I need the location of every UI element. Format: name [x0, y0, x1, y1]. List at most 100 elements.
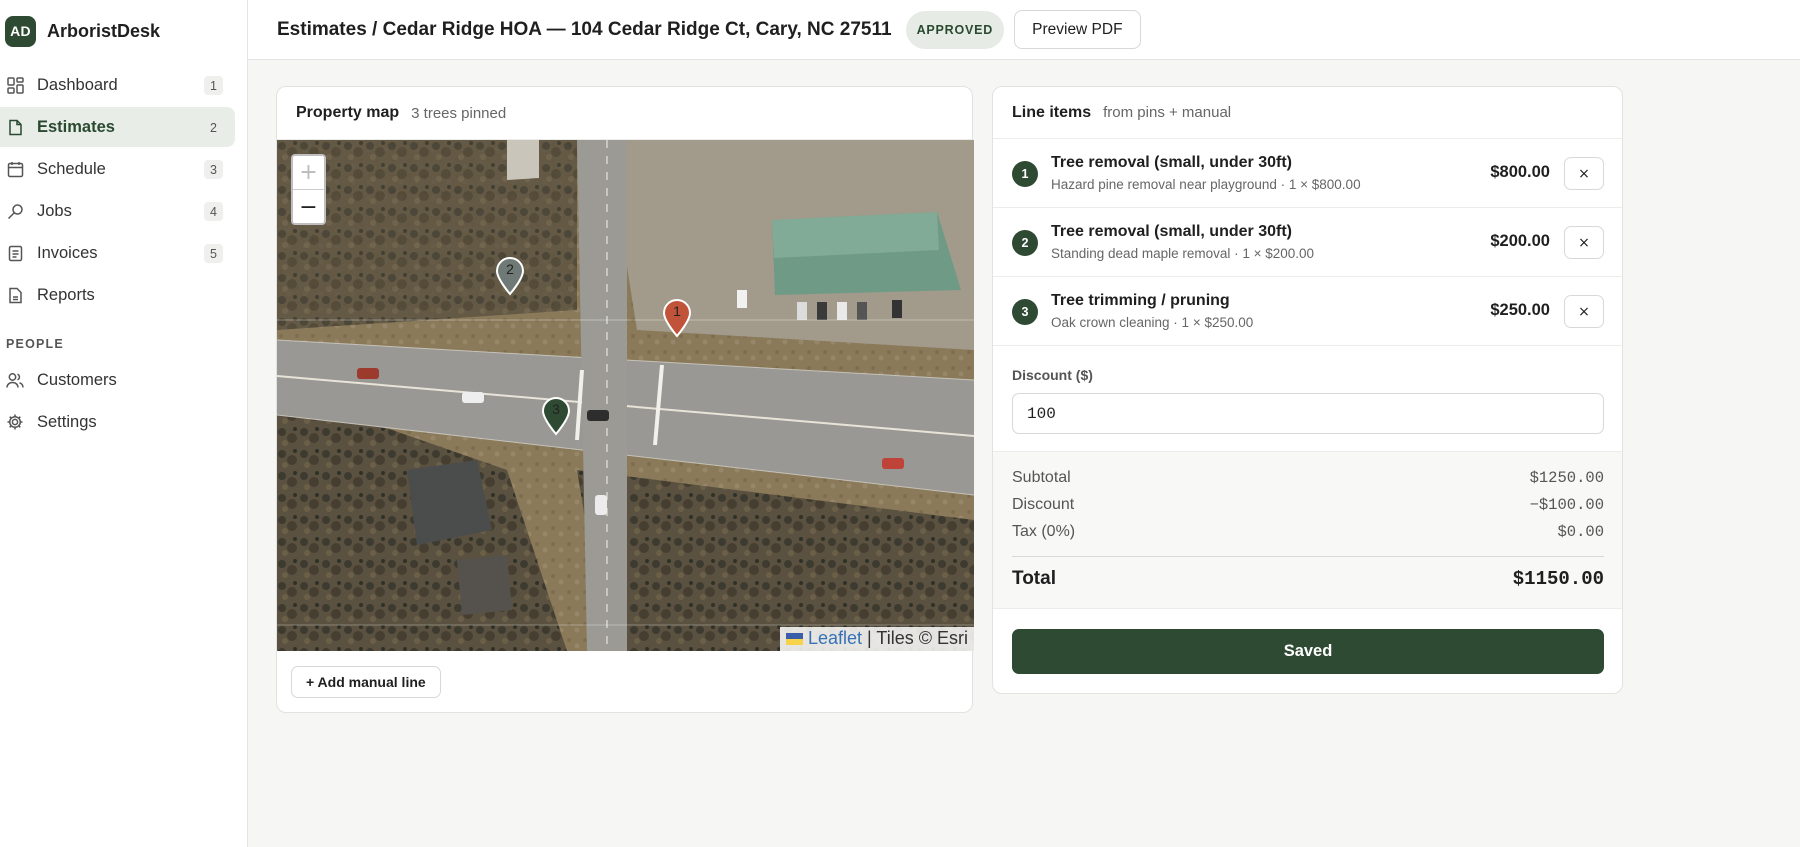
totals-section: Subtotal $1250.00 Discount −$100.00 Tax …: [993, 452, 1622, 609]
sidebar-item-invoices[interactable]: Invoices 5: [0, 233, 235, 273]
totals-divider: [1012, 556, 1604, 557]
line-item-title: Tree trimming / pruning: [1051, 292, 1230, 309]
card-title: Property map: [296, 104, 400, 121]
sidebar-item-label: Customers: [37, 370, 117, 389]
subtotal-label: Subtotal: [1012, 469, 1071, 486]
line-item-description: Oak crown cleaning · 1 × $250.00: [1051, 315, 1254, 330]
card-header: Line items from pins + manual: [993, 87, 1622, 139]
discount-input[interactable]: [1012, 393, 1604, 434]
remove-line-button[interactable]: ×: [1564, 295, 1604, 328]
line-items-card: Line items from pins + manual 1 Tree rem…: [992, 86, 1623, 694]
subtotal-row: Subtotal $1250.00: [1012, 469, 1604, 487]
discount-row: Discount −$100.00: [1012, 496, 1604, 514]
line-item: 2 Tree removal (small, under 30ft) Stand…: [993, 208, 1622, 277]
brand-logo: AD: [5, 15, 36, 47]
sidebar-item-label: Jobs: [37, 201, 72, 220]
sidebar-item-estimates[interactable]: Estimates 2: [0, 107, 235, 147]
sidebar-item-reports[interactable]: Reports: [0, 275, 235, 315]
property-map-card: Property map 3 trees pinned + − 2 1 3 Le…: [276, 86, 974, 713]
sidebar-item-badge: 3: [204, 160, 223, 179]
gear-icon: [6, 413, 24, 431]
line-item-title: Tree removal (small, under 30ft): [1051, 223, 1292, 240]
brand-name: ArboristDesk: [47, 20, 161, 41]
sidebar-item-customers[interactable]: Customers: [0, 360, 235, 400]
sidebar-item-label: Dashboard: [37, 75, 118, 94]
line-item-number: 3: [1012, 299, 1038, 325]
sidebar-section-people: PEOPLE: [6, 337, 64, 351]
map-marker-2[interactable]: 2: [495, 256, 525, 296]
remove-line-button[interactable]: ×: [1564, 157, 1604, 190]
sidebar-item-label: Reports: [37, 285, 95, 304]
tiles-credit: | Tiles © Esri: [867, 628, 968, 648]
line-item: 1 Tree removal (small, under 30ft) Hazar…: [993, 139, 1622, 208]
property-map[interactable]: + − 2 1 3 Leaflet | Tiles © Esri: [277, 140, 974, 651]
discount-section: Discount ($): [993, 346, 1622, 452]
sidebar-item-settings[interactable]: Settings: [0, 402, 235, 442]
line-item-number: 1: [1012, 161, 1038, 187]
remove-line-button[interactable]: ×: [1564, 226, 1604, 259]
map-zoom-control: + −: [291, 154, 326, 225]
leaflet-link[interactable]: Leaflet: [808, 628, 862, 649]
discount-row-label: Discount: [1012, 496, 1075, 513]
line-item: 3 Tree trimming / pruning Oak crown clea…: [993, 277, 1622, 346]
zoom-in-button[interactable]: +: [293, 156, 324, 190]
sidebar-item-label: Invoices: [37, 243, 98, 262]
sidebar-item-jobs[interactable]: Jobs 4: [0, 191, 235, 231]
sidebar-item-label: Settings: [37, 412, 97, 431]
line-item-amount: $200.00: [1490, 232, 1550, 250]
report-icon: [6, 286, 24, 304]
line-item-amount: $800.00: [1490, 163, 1550, 181]
card-subtitle: 3 trees pinned: [411, 104, 507, 122]
sidebar: AD ArboristDesk Dashboard 1 Estimates 2: [0, 0, 248, 847]
line-item-description: Hazard pine removal near playground · 1 …: [1051, 177, 1361, 192]
status-badge: APPROVED: [905, 10, 1005, 49]
tax-row: Tax (0%) $0.00: [1012, 523, 1604, 541]
sidebar-item-dashboard[interactable]: Dashboard 1: [0, 65, 235, 105]
total-label: Total: [1012, 568, 1056, 589]
discount-label: Discount ($): [1012, 367, 1093, 383]
add-manual-line-button[interactable]: + Add manual line: [291, 666, 441, 698]
sidebar-item-schedule[interactable]: Schedule 3: [0, 149, 235, 189]
line-item-number: 2: [1012, 230, 1038, 256]
users-icon: [6, 371, 24, 389]
card-header: Property map 3 trees pinned: [277, 87, 972, 140]
document-icon: [6, 118, 24, 136]
sidebar-nav: Dashboard 1 Estimates 2 Schedule 3 Jobs …: [0, 62, 247, 442]
sidebar-item-badge: 5: [204, 244, 223, 263]
brand[interactable]: AD ArboristDesk: [0, 0, 247, 62]
total-value: $1150.00: [1512, 568, 1604, 590]
sidebar-item-badge: 1: [204, 76, 223, 95]
satellite-imagery: [277, 140, 974, 651]
map-attribution: Leaflet | Tiles © Esri: [780, 627, 974, 651]
marker-number: 1: [673, 303, 681, 319]
preview-pdf-button[interactable]: Preview PDF: [1014, 10, 1141, 49]
sidebar-item-badge: 4: [204, 202, 223, 221]
marker-number: 2: [506, 261, 514, 277]
zoom-out-button[interactable]: −: [293, 190, 324, 224]
tax-label: Tax (0%): [1012, 523, 1076, 540]
map-marker-3[interactable]: 3: [541, 396, 571, 436]
receipt-icon: [6, 244, 24, 262]
grid-icon: [6, 76, 24, 94]
sidebar-item-label: Estimates: [37, 117, 115, 136]
card-subtitle: from pins + manual: [1103, 104, 1232, 121]
page-title: Estimates / Cedar Ridge HOA — 104 Cedar …: [277, 18, 892, 40]
sidebar-item-badge: 2: [210, 120, 217, 135]
saved-button[interactable]: Saved: [1012, 629, 1604, 674]
ukraine-flag-icon: [786, 632, 803, 645]
calendar-icon: [6, 160, 24, 178]
line-item-description: Standing dead maple removal · 1 × $200.0…: [1051, 246, 1315, 261]
tax-value: $0.00: [1557, 523, 1604, 541]
main-content: Estimates / Cedar Ridge HOA — 104 Cedar …: [248, 0, 1800, 847]
card-title: Line items: [1012, 103, 1092, 121]
marker-number: 3: [552, 401, 560, 417]
sidebar-item-label: Schedule: [37, 159, 106, 178]
line-item-amount: $250.00: [1490, 301, 1550, 319]
map-marker-1[interactable]: 1: [662, 298, 692, 338]
total-row: Total $1150.00: [1012, 568, 1604, 590]
discount-value: −$100.00: [1529, 496, 1604, 514]
line-item-title: Tree removal (small, under 30ft): [1051, 154, 1292, 171]
wrench-icon: [6, 202, 24, 220]
subtotal-value: $1250.00: [1529, 469, 1604, 487]
page-header: Estimates / Cedar Ridge HOA — 104 Cedar …: [248, 0, 1800, 60]
